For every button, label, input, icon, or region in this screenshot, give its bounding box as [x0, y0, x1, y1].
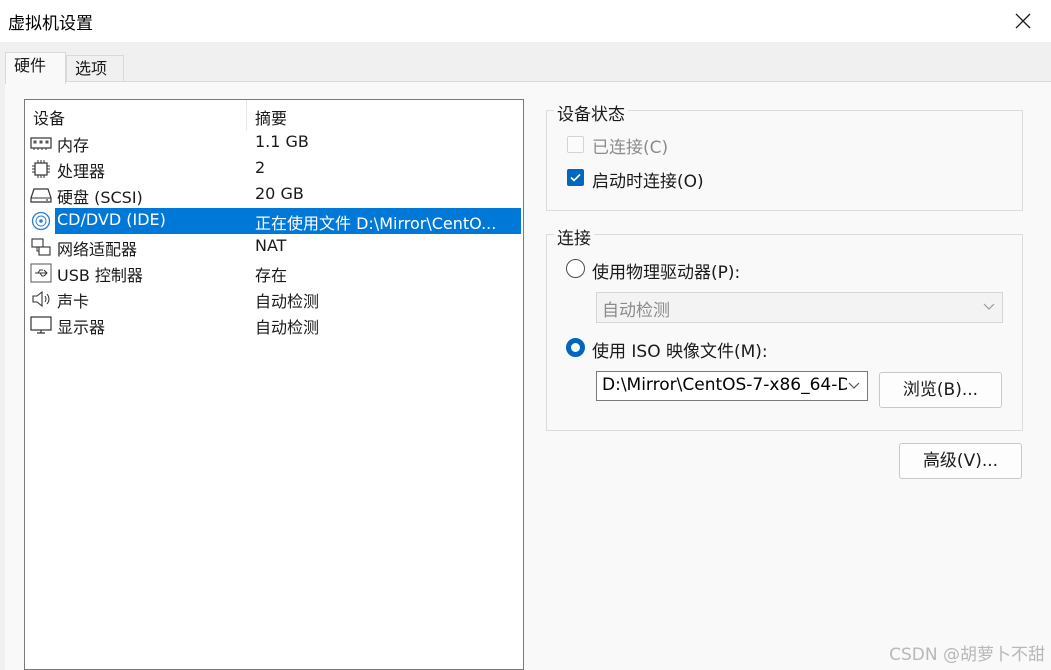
device-summary: 正在使用文件 D:\Mirror\CentO...: [255, 214, 497, 233]
network-adapter-icon: [31, 238, 51, 256]
device-summary: 2: [255, 158, 266, 177]
checkmark-icon: [570, 173, 581, 182]
column-divider[interactable]: [246, 100, 247, 130]
device-summary: NAT: [255, 236, 287, 255]
device-row-cd-dvd[interactable]: CD/DVD (IDE) 正在使用文件 D:\Mirror\CentO...: [25, 208, 523, 234]
physical-drive-radio[interactable]: [566, 259, 585, 278]
usb-icon: [30, 263, 52, 283]
chevron-down-icon: [847, 378, 861, 392]
connect-at-power-on-label: 启动时连接(O): [592, 172, 704, 192]
column-header-summary[interactable]: 摘要: [255, 105, 287, 129]
connect-at-power-on-checkbox[interactable]: [567, 169, 584, 186]
connection-title: 连接: [554, 224, 594, 249]
iso-image-radio[interactable]: [566, 338, 585, 357]
window-title: 虚拟机设置: [8, 14, 93, 34]
device-summary: 自动检测: [255, 318, 320, 337]
device-name: 内存: [57, 136, 90, 155]
tab-hardware[interactable]: 硬件: [5, 52, 66, 84]
physical-drive-label: 使用物理驱动器(P):: [592, 263, 741, 283]
cd-dvd-icon: [31, 211, 51, 231]
display-icon: [30, 316, 52, 334]
device-row-display[interactable]: 显示器 自动检测: [25, 312, 523, 338]
iso-path-combobox[interactable]: D:\Mirror\CentOS-7-x86_64-D: [596, 371, 868, 401]
device-row-network-adapter[interactable]: 网络适配器 NAT: [25, 234, 523, 260]
device-list-header: 设备 摘要: [25, 100, 523, 130]
device-list[interactable]: 设备 摘要 内存 1.1 GB 处理器 2 硬盘 (SCSI) 20 GB CD…: [24, 99, 524, 670]
tab-options[interactable]: 选项: [66, 55, 124, 83]
device-row-sound-card[interactable]: 声卡 自动检测: [25, 286, 523, 312]
tab-strip: 硬件 选项: [0, 42, 1051, 84]
device-status-title: 设备状态: [554, 100, 628, 125]
device-name: 处理器: [57, 162, 106, 181]
connected-checkbox[interactable]: [567, 136, 584, 153]
device-name: 硬盘 (SCSI): [57, 188, 143, 207]
sound-card-icon: [32, 290, 50, 308]
device-name: CD/DVD (IDE): [57, 210, 166, 229]
device-name: 显示器: [57, 318, 106, 337]
close-button[interactable]: [995, 0, 1051, 42]
iso-path-value: D:\Mirror\CentOS-7-x86_64-D: [602, 375, 851, 395]
device-summary: 1.1 GB: [255, 132, 309, 151]
device-row-memory[interactable]: 内存 1.1 GB: [25, 130, 523, 156]
physical-drive-dropdown-value: 自动检测: [602, 301, 670, 321]
device-summary: 存在: [255, 266, 288, 285]
device-row-processor[interactable]: 处理器 2: [25, 156, 523, 182]
processor-icon: [32, 160, 50, 178]
iso-image-label: 使用 ISO 映像文件(M):: [592, 342, 768, 362]
device-row-hard-disk[interactable]: 硬盘 (SCSI) 20 GB: [25, 182, 523, 208]
device-name: 声卡: [57, 292, 90, 311]
browse-button[interactable]: 浏览(B)...: [879, 372, 1002, 408]
connected-label: 已连接(C): [592, 138, 669, 158]
device-status-group: [546, 110, 1023, 211]
watermark: CSDN @胡萝卜不甜: [889, 645, 1045, 665]
device-name: 网络适配器: [57, 240, 138, 259]
device-row-usb-controller[interactable]: USB 控制器 存在: [25, 260, 523, 286]
column-header-device[interactable]: 设备: [33, 105, 65, 129]
advanced-button[interactable]: 高级(V)...: [899, 443, 1022, 479]
device-summary: 20 GB: [255, 184, 304, 203]
device-summary: 自动检测: [255, 292, 320, 311]
chevron-down-icon: [983, 303, 995, 310]
memory-icon: [30, 137, 52, 150]
hard-disk-icon: [30, 188, 52, 203]
physical-drive-dropdown[interactable]: 自动检测: [596, 292, 1003, 323]
title-bar: 虚拟机设置: [0, 0, 1051, 42]
device-name: USB 控制器: [57, 266, 143, 285]
close-icon: [1015, 13, 1031, 29]
